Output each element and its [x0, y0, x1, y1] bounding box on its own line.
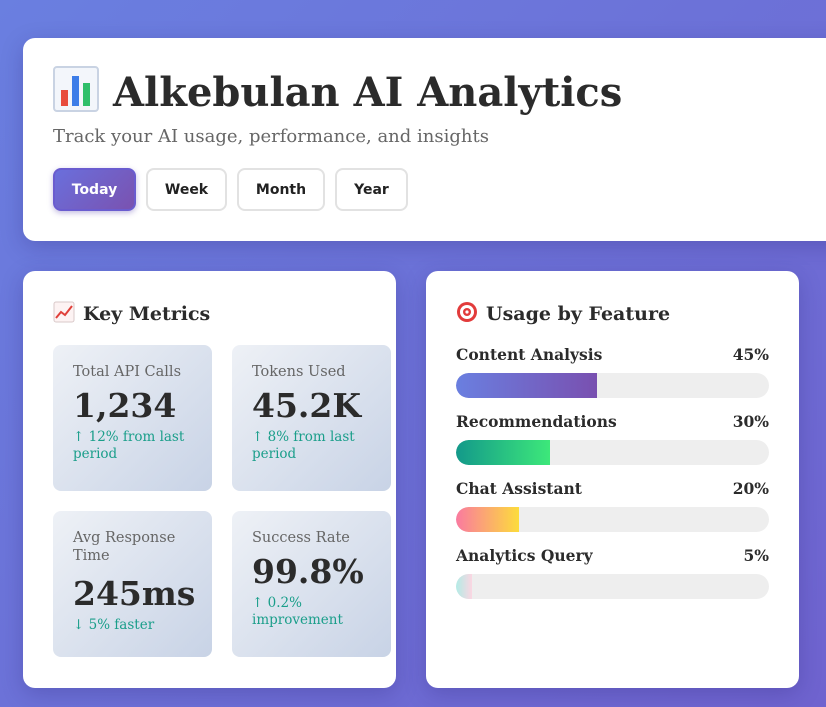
feature-percent: 20%	[732, 479, 769, 498]
feature-name: Recommendations	[456, 412, 617, 431]
metric-change: ↑ 0.2% improvement	[252, 595, 343, 628]
feature-row-content-analysis: Content Analysis 45%	[456, 346, 769, 398]
tab-today[interactable]: Today	[53, 168, 136, 211]
feature-progress-fill	[456, 373, 597, 398]
feature-row-recommendations: Recommendations 30%	[456, 413, 769, 465]
feature-name: Content Analysis	[456, 345, 603, 364]
page-title-text: Alkebulan AI Analytics	[113, 69, 623, 116]
feature-progress-track	[456, 507, 769, 532]
key-metrics-card: Key Metrics Total API Calls 1,234 ↑ 12% …	[23, 271, 396, 688]
key-metrics-title-text: Key Metrics	[83, 303, 211, 325]
bar-chart-icon	[53, 66, 99, 122]
metric-label: Avg Response Time	[73, 530, 176, 564]
feature-row-chat-assistant: Chat Assistant 20%	[456, 480, 769, 532]
feature-progress-track	[456, 373, 769, 398]
feature-row-analytics-query: Analytics Query 5%	[456, 547, 769, 599]
usage-title-text: Usage by Feature	[486, 303, 671, 325]
metric-change: ↓ 5% faster	[73, 617, 155, 633]
feature-progress-fill	[456, 507, 519, 532]
feature-name: Analytics Query	[456, 546, 593, 565]
usage-title: Usage by Feature	[456, 301, 670, 328]
feature-percent: 5%	[743, 546, 769, 565]
tab-year[interactable]: Year	[335, 168, 408, 211]
feature-progress-fill	[456, 574, 472, 599]
metric-change: ↑ 8% from last period	[252, 429, 355, 462]
feature-name: Chat Assistant	[456, 479, 582, 498]
metric-value: 245ms	[73, 574, 196, 613]
metric-card-avg-response-time: Avg Response Time 245ms ↓ 5% faster	[53, 511, 212, 657]
tab-week[interactable]: Week	[146, 168, 227, 211]
metric-label: Total API Calls	[73, 364, 182, 380]
metric-value: 99.8%	[252, 552, 364, 591]
metric-value: 1,234	[73, 386, 177, 425]
page-subtitle: Track your AI usage, performance, and in…	[53, 126, 489, 147]
target-icon	[456, 301, 478, 328]
metric-card-tokens-used: Tokens Used 45.2K ↑ 8% from last period	[232, 345, 391, 491]
page-title: Alkebulan AI Analytics	[53, 66, 622, 122]
header-card: Alkebulan AI Analytics Track your AI usa…	[23, 38, 826, 241]
feature-percent: 45%	[732, 345, 769, 364]
key-metrics-title: Key Metrics	[53, 301, 210, 328]
metric-card-success-rate: Success Rate 99.8% ↑ 0.2% improvement	[232, 511, 391, 657]
feature-progress-track	[456, 574, 769, 599]
metric-card-total-api-calls: Total API Calls 1,234 ↑ 12% from last pe…	[53, 345, 212, 491]
feature-progress-track	[456, 440, 769, 465]
feature-progress-fill	[456, 440, 550, 465]
metric-label: Tokens Used	[252, 364, 346, 380]
metric-label: Success Rate	[252, 530, 350, 546]
period-tabs: Today Week Month Year	[53, 168, 408, 211]
trending-up-icon	[53, 301, 75, 328]
feature-percent: 30%	[732, 412, 769, 431]
metric-change: ↑ 12% from last period	[73, 429, 185, 462]
tab-month[interactable]: Month	[237, 168, 325, 211]
metric-value: 45.2K	[252, 386, 362, 425]
usage-by-feature-card: Usage by Feature Content Analysis 45% Re…	[426, 271, 799, 688]
